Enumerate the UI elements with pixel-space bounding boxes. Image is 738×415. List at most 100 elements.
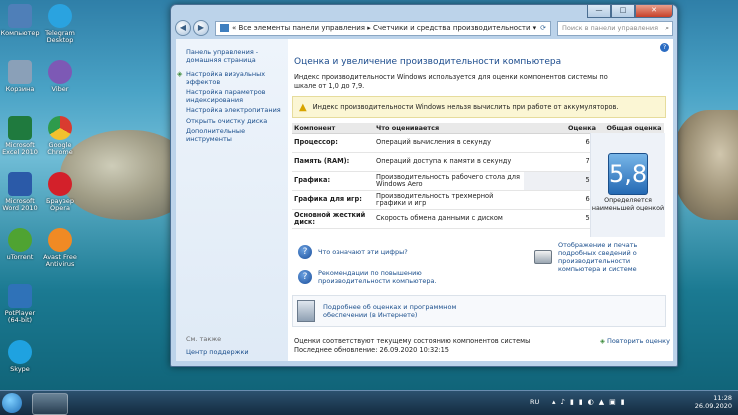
- sidebar-link-indexing[interactable]: Настройка параметров индексирования: [186, 88, 288, 104]
- online-info-link[interactable]: Подробнее об оценках и программном обесп…: [297, 300, 497, 322]
- rerun-assessment-link[interactable]: ◈ Повторить оценку: [600, 337, 670, 345]
- search-placeholder: Поиск в панели управления: [562, 24, 659, 32]
- refresh-icon[interactable]: ⟳: [540, 24, 546, 32]
- tray-icons[interactable]: ▴♪▮▮◐▲▣▮: [552, 398, 630, 406]
- language-indicator[interactable]: RU: [530, 398, 539, 406]
- desktop-icon-label: uTorrent: [6, 253, 34, 261]
- component-name: Процессор:: [292, 133, 374, 153]
- desktop-icon-chrome[interactable]: Google Chrome: [40, 116, 80, 156]
- title-bar[interactable]: — □ ✕: [171, 5, 677, 19]
- desktop-icon-label: Компьютер: [0, 29, 40, 37]
- desktop-icon-label: Telegram Desktop: [45, 29, 75, 44]
- help-icon[interactable]: ?: [660, 43, 669, 52]
- breadcrumb-item[interactable]: Все элементы панели управления: [239, 24, 366, 32]
- desktop-icon-telegram[interactable]: Telegram Desktop: [40, 4, 80, 44]
- column-header-base: Общая оценка: [604, 123, 664, 134]
- maximize-button[interactable]: □: [611, 5, 635, 18]
- desktop-icon-label: Avast Free Antivirus: [43, 253, 77, 268]
- sidebar-link-advanced-tools[interactable]: Дополнительные инструменты: [186, 127, 288, 143]
- telegram-icon: [48, 4, 72, 28]
- shield-icon: ◈: [600, 337, 605, 345]
- desktop-icon-utorrent[interactable]: uTorrent: [0, 228, 40, 261]
- battery-warning: ▲ Индекс производительности Windows нель…: [292, 96, 666, 118]
- desktop-icon-label: PotPlayer (64-bit): [4, 309, 36, 324]
- sidebar-link-disk-cleanup[interactable]: Открыть очистку диска: [186, 117, 288, 126]
- link-label: Что означают эти цифры?: [318, 248, 408, 256]
- print-details-link[interactable]: Отображение и печать подробных сведений …: [534, 241, 668, 273]
- tips-link[interactable]: ? Рекомендации по повышению производител…: [298, 269, 458, 285]
- breadcrumb-item[interactable]: Счетчики и средства производительности: [373, 24, 531, 32]
- component-metric: Производительность рабочего стола для Wi…: [374, 171, 524, 191]
- desktop-icon-avast[interactable]: Avast Free Antivirus: [40, 228, 80, 268]
- address-row: ◀ ▶ « Все элементы панели управления ▸ С…: [175, 20, 673, 36]
- close-button[interactable]: ✕: [635, 5, 673, 18]
- what-numbers-link[interactable]: ? Что означают эти цифры?: [298, 245, 498, 259]
- utorrent-icon: [8, 228, 32, 252]
- avast-icon: [48, 228, 72, 252]
- sidebar-home-link[interactable]: Панель управления - домашняя страница: [186, 48, 288, 64]
- excel-icon: [8, 116, 32, 140]
- warning-icon: ▲: [299, 101, 307, 113]
- left-pane: Панель управления - домашняя страница ◈ Н…: [176, 39, 288, 361]
- component-name: Память (RAM):: [292, 152, 374, 172]
- clock[interactable]: 11:28 26.09.2020: [695, 394, 732, 410]
- desktop-icon-word[interactable]: Microsoft Word 2010: [0, 172, 40, 212]
- component-name: Графика для игр:: [292, 190, 374, 210]
- online-info-box: Подробнее об оценках и программном обесп…: [292, 295, 666, 327]
- component-name: Основной жесткий диск:: [292, 209, 374, 229]
- see-also-heading: См. также: [186, 335, 222, 343]
- desktop-icon-excel[interactable]: Microsoft Excel 2010: [0, 116, 40, 156]
- link-label: Повторить оценку: [607, 337, 670, 345]
- link-label: Рекомендации по повышению производительн…: [318, 269, 437, 285]
- desktop-icon-skype[interactable]: Skype: [0, 340, 40, 373]
- search-input[interactable]: Поиск в панели управления ⌕: [557, 20, 673, 36]
- viber-icon: [48, 60, 72, 84]
- opera-icon: [48, 172, 72, 196]
- minimize-button[interactable]: —: [587, 5, 611, 18]
- back-button[interactable]: ◀: [175, 20, 191, 36]
- computer-icon: [8, 4, 32, 28]
- desktop-icon-computer[interactable]: Компьютер: [0, 4, 40, 37]
- sidebar-link-power[interactable]: Настройка электропитания: [186, 106, 288, 115]
- component-metric: Скорость обмена данными с диском: [374, 209, 524, 229]
- desktop-icon-label: Microsoft Excel 2010: [2, 141, 38, 156]
- clock-time: 11:28: [713, 394, 732, 402]
- table-header-row: Компонент Что оценивается Оценка Общая о…: [292, 123, 664, 134]
- performance-window: — □ ✕ ◀ ▶ « Все элементы панели управлен…: [170, 4, 678, 367]
- main-pane: ? Оценка и увеличение производительности…: [288, 39, 673, 361]
- desktop-icon-label: Skype: [10, 365, 30, 373]
- desktop-icon-potplayer[interactable]: PotPlayer (64-bit): [0, 284, 40, 324]
- skype-icon: [8, 340, 32, 364]
- start-button[interactable]: [2, 393, 22, 413]
- desktop-icon-recycle-bin[interactable]: Корзина: [0, 60, 40, 93]
- question-icon: ?: [298, 245, 312, 259]
- footer-status: Оценки соответствуют текущему состоянию …: [294, 337, 530, 355]
- component-metric: Производительность трехмерной графики и …: [374, 190, 524, 210]
- forward-button[interactable]: ▶: [193, 20, 209, 36]
- last-updated: Последнее обновление: 26.09.2020 10:32:1…: [294, 346, 450, 354]
- sidebar-link-visual-effects[interactable]: ◈ Настройка визуальных эффектов: [177, 70, 288, 86]
- address-bar[interactable]: « Все элементы панели управления ▸ Счетч…: [215, 20, 551, 36]
- page-description: Индекс производительности Windows исполь…: [294, 73, 608, 90]
- status-text: Оценки соответствуют текущему состоянию …: [294, 337, 531, 345]
- shield-icon: ◈: [177, 70, 183, 78]
- taskbar-item-control-panel[interactable]: [32, 393, 68, 415]
- column-header-score: Оценка: [524, 123, 604, 134]
- component-metric: Операций вычисления в секунду: [374, 133, 524, 153]
- column-header-what: Что оценивается: [374, 123, 524, 134]
- chrome-icon: [48, 116, 72, 140]
- desktop-icons: Компьютер Telegram Desktop Корзина Viber…: [0, 0, 80, 390]
- desktop-icon-opera[interactable]: Браузер Opera: [40, 172, 80, 212]
- base-score-panel: 5,8 Определяется наименьшей оценкой: [590, 133, 665, 237]
- desktop-icon-label: Google Chrome: [47, 141, 73, 156]
- column-header-component: Компонент: [292, 123, 374, 134]
- action-center-link[interactable]: Центр поддержки: [186, 348, 249, 356]
- component-metric: Операций доступа к памяти в секунду: [374, 152, 524, 172]
- sidebar-link-label: Настройка визуальных эффектов: [186, 70, 266, 86]
- desktop-icon-viber[interactable]: Viber: [40, 60, 80, 93]
- address-dropdown-icon[interactable]: ▾: [533, 24, 537, 32]
- link-label: Отображение и печать подробных сведений …: [558, 241, 638, 273]
- breadcrumb-separator: ▸: [365, 24, 373, 32]
- printer-icon: [534, 250, 552, 264]
- desktop-icon-label: Браузер Opera: [46, 197, 74, 212]
